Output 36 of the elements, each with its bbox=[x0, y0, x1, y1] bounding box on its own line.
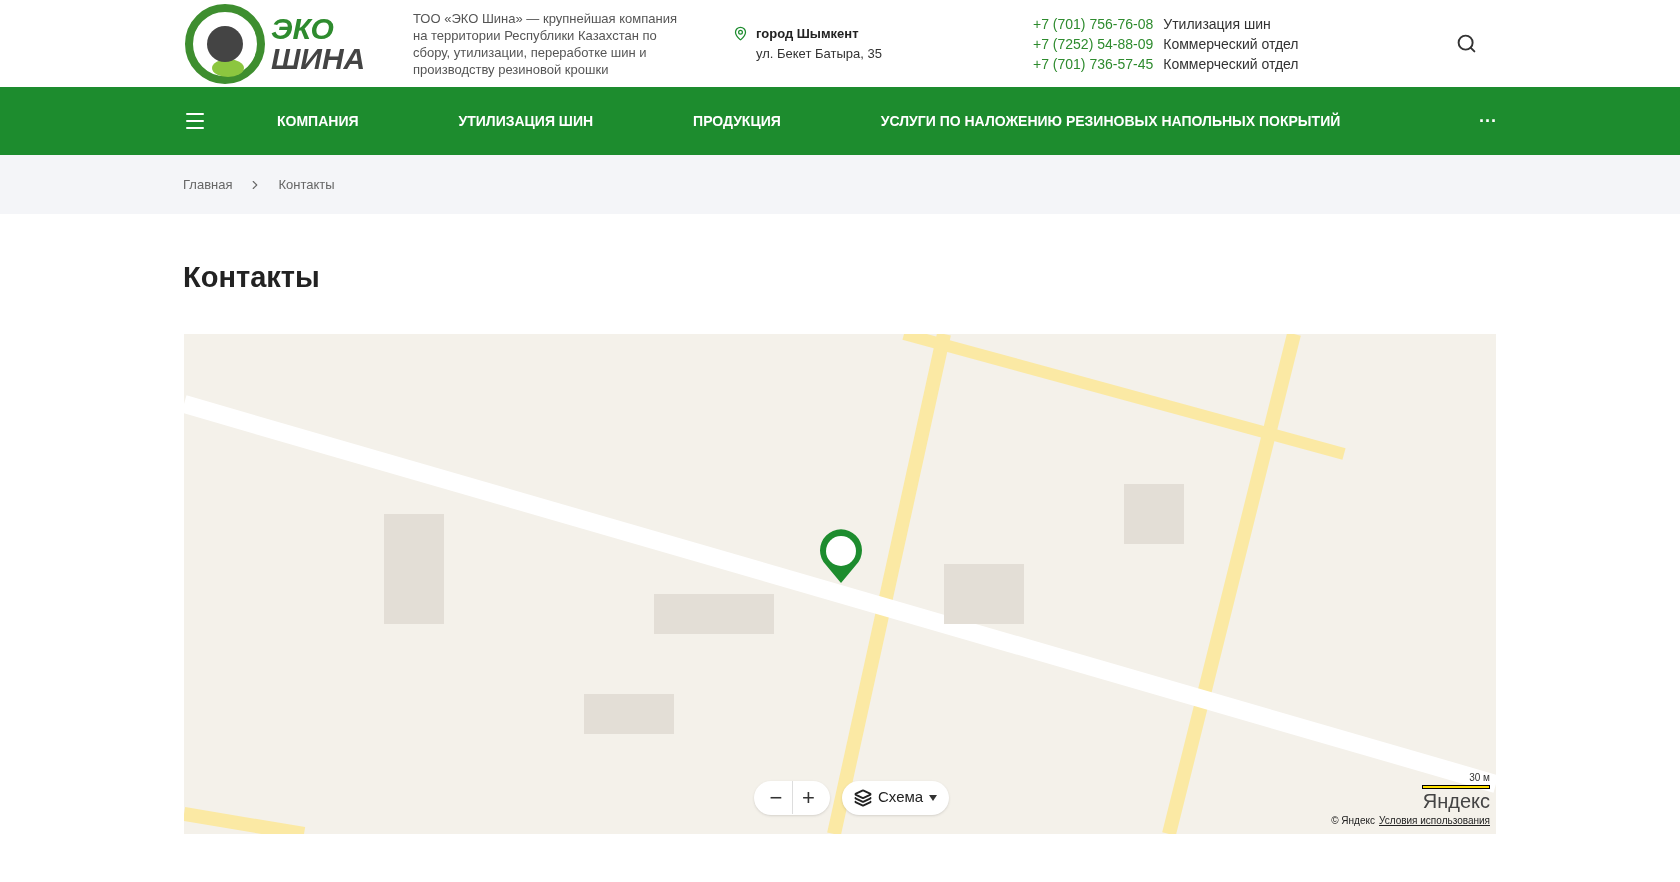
zoom-in-button[interactable]: + bbox=[792, 781, 824, 814]
logo[interactable]: ЭКО ШИНА bbox=[183, 1, 373, 86]
phone-link[interactable]: +7 (701) 736-57-45 bbox=[1033, 53, 1154, 74]
phone-link[interactable]: +7 (7252) 54-88-09 bbox=[1033, 33, 1154, 54]
search-button[interactable] bbox=[1456, 33, 1477, 54]
logo-text: ШИНА bbox=[271, 43, 366, 74]
layer-label: Схема bbox=[878, 787, 924, 808]
map[interactable]: − + Схема 30 м Яндекс © Яндекс Условия использования bbox=[184, 333, 1496, 834]
breadcrumb-link[interactable]: Контакты bbox=[278, 174, 335, 195]
logo-text: ЭКО bbox=[271, 13, 335, 44]
zoom-out-button[interactable]: − bbox=[760, 781, 792, 814]
search-icon bbox=[1456, 33, 1477, 54]
caret-down-icon bbox=[929, 794, 938, 801]
map-brand: Яндекс bbox=[1422, 788, 1490, 813]
phone-link[interactable]: +7 (701) 756-76-08 bbox=[1033, 13, 1154, 34]
location-pin-icon bbox=[733, 25, 748, 41]
nav-link[interactable]: УТИЛИЗАЦИЯ ШИН bbox=[458, 110, 594, 132]
city: город Шымкент bbox=[756, 24, 860, 43]
page-title: Контакты bbox=[182, 260, 321, 295]
phone-label: Коммерческий отдел bbox=[1163, 34, 1299, 54]
company-description: ТОО «ЭКО Шина» — крупнейшая компания на территории Республики Казахстан по сбору, утилизации, переработке шин и производству резиновой крошки bbox=[413, 9, 678, 78]
nav-link[interactable]: КОМПАНИЯ bbox=[277, 110, 359, 132]
more-button[interactable]: ··· bbox=[1479, 107, 1497, 135]
terms-link[interactable]: Условия использования bbox=[1379, 812, 1490, 828]
map-layer-button[interactable]: Схема bbox=[842, 780, 950, 815]
nav-link[interactable]: УСЛУГИ ПО НАЛОЖЕНИЮ РЕЗИНОВЫХ НАПОЛЬНЫХ ПОКРЫТИЙ bbox=[880, 110, 1341, 132]
nav-link[interactable]: ПРОДУКЦИЯ bbox=[693, 110, 781, 132]
street-address: ул. Бекет Батыра, 35 bbox=[756, 44, 882, 63]
scale-label: 30 м bbox=[1469, 770, 1490, 785]
phone-label: Коммерческий отдел bbox=[1163, 54, 1299, 74]
breadcrumb-link[interactable]: Главная bbox=[183, 174, 233, 195]
layers-icon bbox=[854, 788, 872, 807]
map-copyright: © Яндекс bbox=[1331, 813, 1375, 828]
phone-label: Утилизация шин bbox=[1163, 14, 1271, 34]
scale-bar bbox=[1422, 784, 1490, 789]
map-pin-icon bbox=[818, 528, 864, 585]
